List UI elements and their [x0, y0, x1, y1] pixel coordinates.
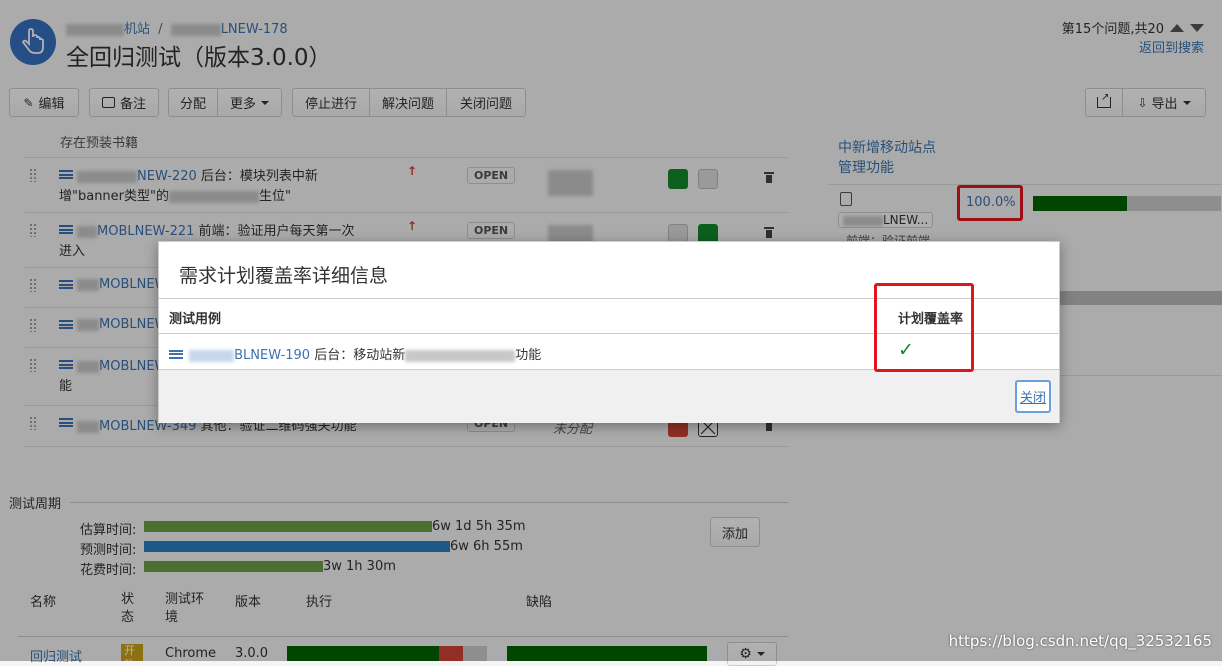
- testcase-row: BLNEW-190 后台：移动站新 功能: [169, 344, 541, 363]
- testcase-key-link[interactable]: BLNEW-190: [234, 348, 310, 363]
- dialog-title: 需求计划覆盖率详细信息: [179, 265, 389, 287]
- close-label: 关闭: [1019, 391, 1046, 406]
- watermark: https://blog.csdn.net/qq_32532165: [948, 632, 1212, 650]
- highlight-box: [874, 283, 974, 372]
- redacted-text: [405, 349, 516, 362]
- task-list-icon: [169, 349, 183, 362]
- col-header-testcase: 测试用例: [169, 312, 222, 327]
- testcase-summary-text: 功能: [515, 348, 542, 363]
- redacted-text: [189, 349, 235, 362]
- dialog-footer: [159, 369, 1059, 423]
- testcase-summary-text: 后台：移动站新: [314, 348, 406, 363]
- close-button[interactable]: 关闭: [1015, 380, 1051, 413]
